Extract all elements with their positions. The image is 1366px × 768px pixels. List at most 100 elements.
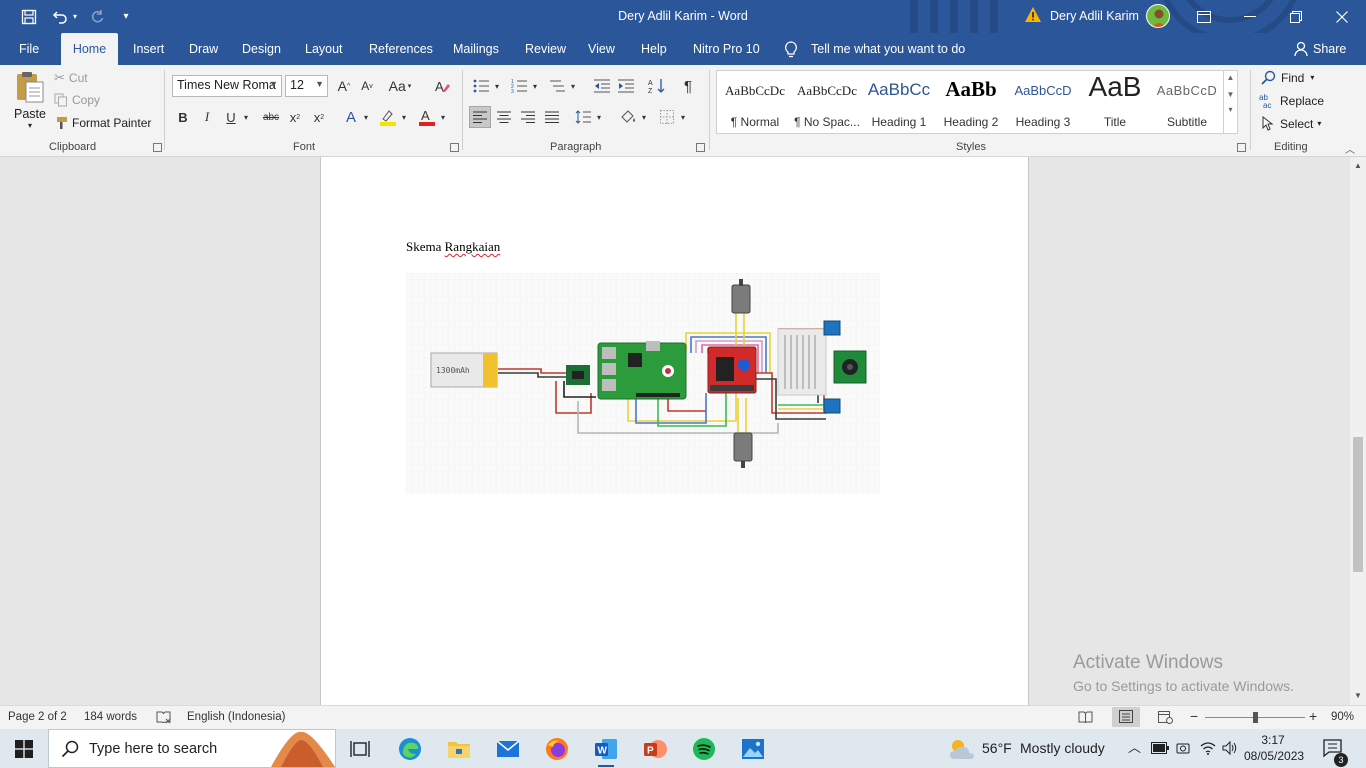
collapse-ribbon-icon[interactable]: ︿ [1345, 141, 1355, 156]
paragraph-heading[interactable]: Skema Rangkaian [406, 239, 500, 255]
chevron-down-icon[interactable]: ▾ [360, 106, 372, 128]
chevron-down-icon[interactable]: ▾ [491, 75, 503, 97]
battery-icon[interactable] [1151, 742, 1169, 754]
styles-scroll[interactable]: ▲ ▼ ▾ [1223, 71, 1237, 133]
shading-icon[interactable] [617, 106, 639, 128]
copy-button[interactable]: Copy [54, 93, 100, 107]
decrease-indent-icon[interactable] [591, 75, 613, 97]
more-styles-icon[interactable]: ▾ [1224, 105, 1237, 114]
taskbar-search-box[interactable]: Type here to search [48, 729, 336, 768]
misspelled-word[interactable]: Rangkaian [445, 239, 501, 254]
highlight-color-icon[interactable] [377, 106, 399, 128]
share-button[interactable]: Share [1302, 33, 1357, 65]
pilcrow-icon[interactable]: ¶ [677, 75, 699, 97]
shrink-font-icon[interactable]: Av [356, 75, 378, 97]
tab-insert[interactable]: Insert [122, 33, 175, 65]
print-layout-button[interactable] [1112, 707, 1140, 727]
style-subtitle[interactable]: AaBbCcD Subtitle [1151, 71, 1223, 133]
numbering-icon[interactable]: 123 [508, 75, 530, 97]
start-button[interactable] [4, 733, 44, 765]
underline-dropdown-icon[interactable]: ▾ [240, 106, 252, 128]
word-taskbar-icon[interactable]: W [586, 733, 626, 767]
font-size-select[interactable]: 12 ▼ [285, 75, 328, 97]
bullets-icon[interactable] [470, 75, 492, 97]
volume-icon[interactable] [1222, 741, 1238, 755]
chevron-up-icon[interactable]: ▲ [1224, 73, 1237, 82]
tab-mailings[interactable]: Mailings [442, 33, 510, 65]
chevron-down-icon[interactable]: ▾ [567, 75, 579, 97]
font-color-icon[interactable]: A [416, 106, 438, 128]
undo-dropdown-icon[interactable]: ▾ [70, 0, 80, 33]
chevron-down-icon[interactable]: ▾ [638, 106, 650, 128]
photos-icon[interactable] [733, 733, 773, 765]
italic-icon[interactable]: I [196, 106, 218, 128]
multilevel-list-icon[interactable] [546, 75, 568, 97]
tab-home[interactable]: Home [61, 33, 118, 65]
tab-draw[interactable]: Draw [178, 33, 229, 65]
justify-icon[interactable] [541, 106, 563, 128]
strikethrough-icon[interactable]: abc [260, 106, 282, 128]
tell-me-search[interactable]: Tell me what you want to do [800, 33, 976, 65]
font-family-select[interactable]: Times New Roma ▼ [172, 75, 282, 97]
tab-file[interactable]: File [8, 33, 50, 65]
tab-design[interactable]: Design [231, 33, 292, 65]
weather-icon[interactable] [947, 737, 977, 761]
style-no-spacing[interactable]: AaBbCcDc ¶ No Spac... [791, 71, 863, 133]
clear-formatting-icon[interactable]: A [431, 75, 453, 97]
chevron-down-icon[interactable]: ▾ [593, 106, 605, 128]
scroll-down-icon[interactable]: ▼ [1350, 689, 1366, 703]
increase-indent-icon[interactable] [615, 75, 637, 97]
chevron-down-icon[interactable]: ▾ [677, 106, 689, 128]
redo-icon[interactable] [86, 0, 108, 33]
file-explorer-icon[interactable] [439, 733, 479, 765]
tab-nitro-pro[interactable]: Nitro Pro 10 [682, 33, 771, 65]
zoom-in-icon[interactable]: + [1309, 708, 1317, 724]
user-name[interactable]: Dery Adlil Karim [1050, 9, 1139, 23]
chevron-down-icon[interactable]: ▾ [529, 75, 541, 97]
document-page[interactable]: Skema Rangkaian 1300mAh [320, 157, 1029, 705]
firefox-icon[interactable] [537, 733, 577, 765]
scrollbar-thumb[interactable] [1353, 437, 1363, 572]
warning-icon[interactable] [1024, 6, 1042, 24]
change-case-button[interactable]: Aa ▾ [385, 75, 415, 97]
tab-layout[interactable]: Layout [294, 33, 354, 65]
grow-font-icon[interactable]: A ^ [333, 75, 355, 97]
tab-review[interactable]: Review [514, 33, 577, 65]
chevron-up-icon[interactable]: ︿ [1128, 737, 1141, 756]
zoom-level[interactable]: 90% [1331, 711, 1354, 723]
weather-temperature[interactable]: 56°F [982, 740, 1012, 756]
proofing-icon[interactable] [156, 711, 171, 724]
replace-button[interactable]: ab ac Replace [1259, 93, 1324, 109]
underline-icon[interactable]: U [220, 106, 242, 128]
vertical-scrollbar[interactable]: ▲ ▼ [1350, 157, 1366, 705]
style-normal[interactable]: AaBbCcDc ¶ Normal [719, 71, 791, 133]
restore-icon[interactable] [1273, 0, 1319, 33]
powerpoint-icon[interactable]: P [635, 733, 675, 765]
chevron-down-icon[interactable]: ▼ [1224, 90, 1237, 99]
align-center-icon[interactable] [493, 106, 515, 128]
circuit-schematic-image[interactable]: 1300mAh [406, 273, 880, 494]
chevron-down-icon[interactable]: ▾ [437, 106, 449, 128]
chevron-down-icon[interactable]: ▾ [398, 106, 410, 128]
page-count[interactable]: Page 2 of 2 [8, 711, 67, 723]
customize-toolbar-icon[interactable]: ▾ [118, 0, 134, 33]
borders-icon[interactable] [656, 106, 678, 128]
style-title[interactable]: AaB Title [1079, 71, 1151, 133]
font-launcher-icon[interactable] [450, 143, 459, 152]
select-button[interactable]: Select ▾ [1261, 116, 1321, 131]
zoom-slider-track[interactable] [1205, 712, 1305, 723]
paste-button[interactable]: Paste ▾ [12, 70, 48, 132]
format-painter-button[interactable]: Format Painter [54, 116, 151, 130]
task-view-icon[interactable] [340, 733, 380, 765]
language-indicator[interactable]: English (Indonesia) [187, 711, 285, 723]
text-effects-icon[interactable]: A [340, 106, 362, 128]
tab-help[interactable]: Help [630, 33, 678, 65]
undo-icon[interactable] [48, 0, 72, 33]
minimize-icon[interactable] [1227, 0, 1273, 33]
spotify-icon[interactable] [684, 733, 724, 765]
style-heading-2[interactable]: AaBb Heading 2 [935, 71, 1007, 133]
clipboard-launcher-icon[interactable] [153, 143, 162, 152]
bold-icon[interactable]: B [172, 106, 194, 128]
clock[interactable]: 3:17 08/05/2023 [1244, 732, 1304, 764]
align-left-icon[interactable] [469, 106, 491, 128]
